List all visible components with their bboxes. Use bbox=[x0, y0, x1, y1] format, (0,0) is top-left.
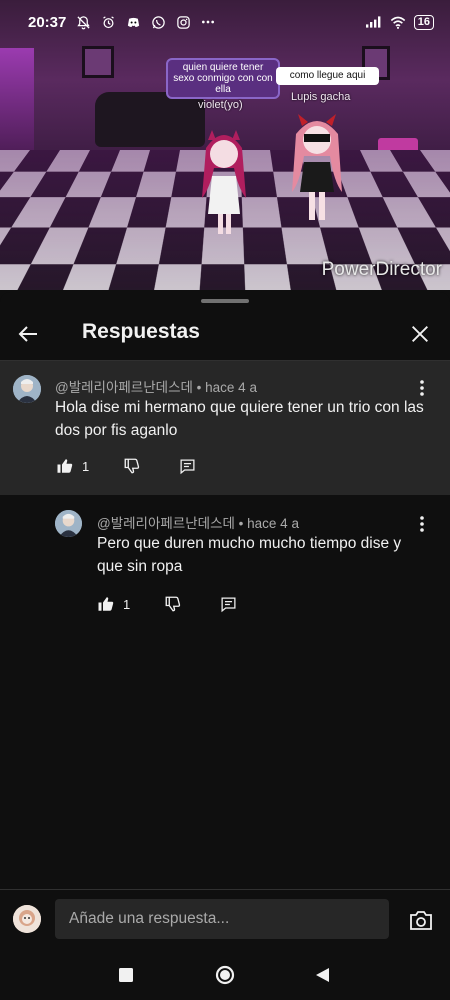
reply-meta: @발레리아페르난데스데 • hace 4 a bbox=[97, 512, 299, 532]
more-vert-icon bbox=[420, 516, 424, 532]
discord-icon bbox=[125, 14, 141, 30]
speech-bubble-right: como llegue aqui bbox=[276, 67, 379, 85]
speech-bubble-left: quien quiere tener sexo conmigo con con … bbox=[166, 58, 280, 99]
like-count: 1 bbox=[82, 458, 90, 474]
reply-icon bbox=[180, 458, 195, 474]
more-notifications-icon bbox=[200, 14, 216, 30]
whatsapp-icon bbox=[150, 14, 166, 30]
back-button[interactable] bbox=[12, 318, 44, 350]
avatar[interactable] bbox=[13, 375, 41, 403]
more-vert-icon bbox=[420, 380, 424, 396]
reply-composer bbox=[0, 889, 450, 952]
sofa bbox=[95, 92, 205, 147]
reply-text: Pero que duren mucho mucho tiempo dise y… bbox=[97, 535, 402, 575]
comment-age: hace 4 a bbox=[205, 380, 257, 395]
reply-avatar[interactable] bbox=[55, 510, 82, 537]
wall-frame-left bbox=[82, 46, 114, 78]
status-time: 20:37 bbox=[28, 13, 67, 31]
wifi-icon bbox=[390, 14, 406, 30]
thumbs-up-icon bbox=[57, 459, 73, 473]
comment-actions: 1 bbox=[56, 457, 196, 475]
comment-text: Hola dise mi hermano que quiere tener un… bbox=[55, 399, 424, 439]
circle-icon bbox=[215, 965, 235, 985]
character-name-left: violet(yo) bbox=[198, 99, 243, 111]
home-button[interactable] bbox=[211, 961, 239, 989]
alarm-icon bbox=[100, 14, 116, 30]
replies-header: Respuestas bbox=[0, 305, 450, 360]
battery-indicator: 16 bbox=[413, 14, 434, 30]
character-violet bbox=[202, 130, 246, 234]
square-icon bbox=[119, 968, 133, 982]
recents-button[interactable] bbox=[112, 961, 140, 989]
reply-dislike-button[interactable] bbox=[164, 595, 182, 613]
reply-actions: 1 bbox=[97, 595, 237, 613]
back-nav-button[interactable] bbox=[308, 961, 336, 989]
lamp bbox=[0, 48, 34, 158]
triangle-icon bbox=[315, 968, 329, 982]
meta-separator: • bbox=[238, 516, 248, 531]
close-button[interactable] bbox=[404, 318, 436, 350]
bell-off-icon bbox=[75, 14, 91, 30]
thumbs-up-icon bbox=[98, 597, 114, 611]
reply-button[interactable] bbox=[179, 458, 196, 475]
like-button[interactable]: 1 bbox=[56, 457, 89, 475]
dislike-button[interactable] bbox=[123, 457, 141, 475]
back-arrow-icon bbox=[18, 326, 37, 342]
thumbs-down-icon bbox=[165, 596, 181, 612]
reply-reply-button[interactable] bbox=[220, 596, 237, 613]
page-title: Respuestas bbox=[82, 320, 200, 343]
drag-handle[interactable] bbox=[201, 299, 249, 303]
meta-separator: • bbox=[196, 380, 206, 395]
character-lupis bbox=[292, 114, 342, 220]
reply-age: hace 4 a bbox=[247, 516, 299, 531]
reply-input[interactable] bbox=[55, 899, 389, 939]
reply-like-button[interactable]: 1 bbox=[97, 595, 130, 613]
character-name-right: Lupis gacha bbox=[291, 91, 351, 103]
camera-button[interactable] bbox=[406, 905, 436, 935]
instagram-icon bbox=[175, 14, 191, 30]
thumbs-down-icon bbox=[124, 458, 140, 474]
signal-icon bbox=[365, 14, 382, 30]
status-bar: 20:37 16 bbox=[0, 0, 450, 44]
comment-author[interactable]: @발레리아페르난데스데 bbox=[55, 380, 193, 395]
user-avatar[interactable] bbox=[13, 905, 41, 933]
close-icon bbox=[412, 326, 428, 342]
comment-meta: @발레리아페르난데스데 • hace 4 a bbox=[55, 376, 257, 396]
reply-author[interactable]: @발레리아페르난데스데 bbox=[97, 516, 235, 531]
watermark: PowerDirector bbox=[321, 259, 442, 280]
reply-like-count: 1 bbox=[123, 596, 131, 612]
reply-icon bbox=[221, 596, 236, 612]
system-nav-bar bbox=[0, 951, 450, 1000]
camera-icon bbox=[410, 911, 432, 930]
main-comment: @발레리아페르난데스데 • hace 4 a Hola dise mi herm… bbox=[0, 361, 450, 495]
